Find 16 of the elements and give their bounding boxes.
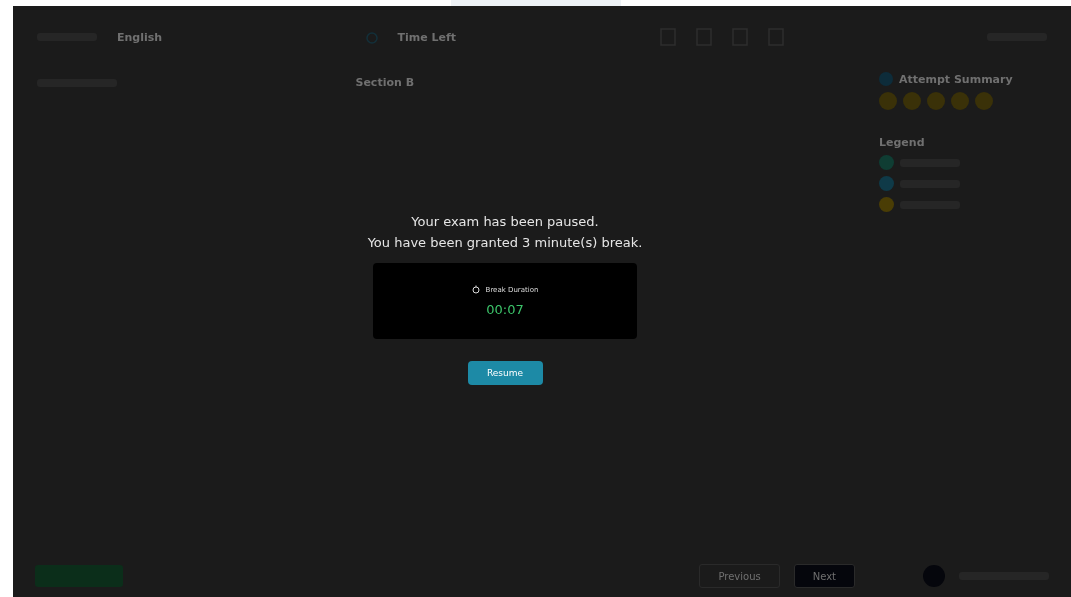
pause-message: You have been granted 3 minute(s) break. — [367, 234, 643, 252]
section-selector[interactable]: Section B — [355, 76, 415, 89]
summary-title: Attempt Summary — [899, 72, 1013, 86]
question-status-icon[interactable] — [903, 92, 921, 110]
previous-button[interactable]: Previous — [699, 564, 780, 588]
question-status-icon[interactable] — [927, 92, 945, 110]
question-status-icon[interactable] — [951, 92, 969, 110]
time-left-label: Time Left — [397, 30, 457, 44]
break-timer: 00:07 — [486, 302, 524, 317]
resume-button[interactable]: Resume — [467, 361, 543, 385]
question-status-icon[interactable] — [879, 92, 897, 110]
language-selector[interactable]: English — [117, 30, 163, 44]
next-button[interactable]: Next — [793, 564, 855, 588]
pause-message: Your exam has been paused. — [411, 213, 599, 231]
legend-title: Legend — [879, 136, 925, 149]
question-status-icon[interactable] — [975, 92, 993, 110]
